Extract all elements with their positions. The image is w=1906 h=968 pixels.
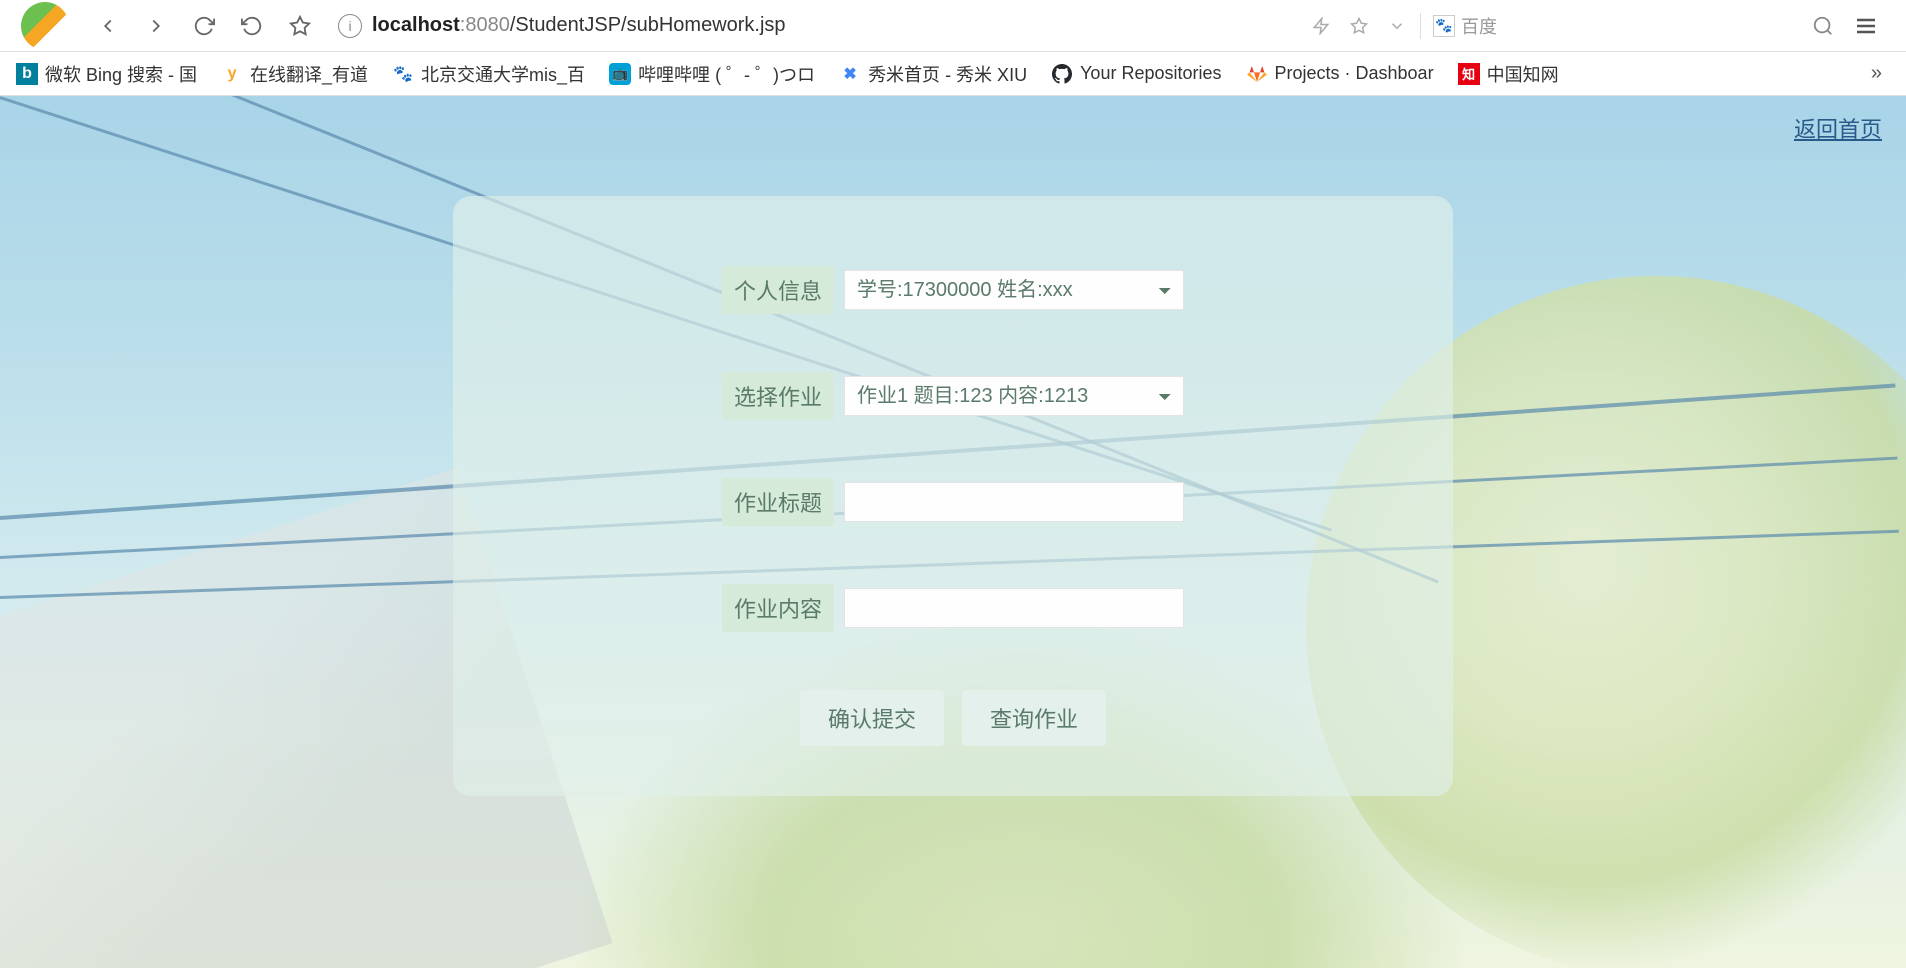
bookmark-label: Your Repositories	[1080, 63, 1221, 84]
url-bar[interactable]: i localhost:8080/StudentJSP/subHomework.…	[328, 8, 1298, 44]
row-personal-info: 个人信息 学号:17300000 姓名:xxx	[513, 266, 1393, 314]
bilibili-icon: 📺	[609, 63, 631, 85]
page-logo	[10, 0, 80, 52]
search-engine-box[interactable]: 🐾 百度	[1420, 13, 1800, 39]
select-homework-label: 选择作业	[722, 372, 834, 420]
query-button[interactable]: 查询作业	[962, 690, 1106, 746]
bookmark-label: Projects · Dashboar	[1275, 63, 1434, 84]
url-host: localhost	[372, 14, 460, 37]
star-icon	[289, 15, 311, 37]
star-outline-icon[interactable]	[1344, 11, 1374, 41]
bookmark-label: 北京交通大学mis_百	[421, 61, 585, 87]
hamburger-icon	[1854, 14, 1878, 38]
personal-info-label: 个人信息	[722, 266, 834, 314]
search-button[interactable]	[1808, 11, 1838, 41]
bookmark-bilibili[interactable]: 📺 哔哩哔哩 ( ゜- ゜)つロ	[609, 61, 815, 87]
youdao-icon: y	[221, 63, 243, 85]
bookmark-cnki[interactable]: 知 中国知网	[1458, 61, 1559, 87]
bookmark-label: 中国知网	[1487, 61, 1559, 87]
bookmark-label: 秀米首页 - 秀米 XIU	[868, 61, 1027, 87]
cnki-icon: 知	[1458, 63, 1480, 85]
reload-icon	[193, 15, 215, 37]
row-homework-content: 作业内容	[513, 584, 1393, 632]
homework-content-label: 作业内容	[722, 584, 834, 632]
page-content: 返回首页 个人信息 学号:17300000 姓名:xxx 选择作业 作业1 题目…	[0, 96, 1906, 968]
row-select-homework: 选择作业 作业1 题目:123 内容:1213	[513, 372, 1393, 420]
bookmark-label: 微软 Bing 搜索 - 国	[45, 61, 197, 87]
homework-select[interactable]: 作业1 题目:123 内容:1213	[844, 376, 1184, 416]
bookmarks-more-button[interactable]: »	[1863, 62, 1890, 85]
xiumi-icon: ✖	[839, 63, 861, 85]
bookmarks-bar: b 微软 Bing 搜索 - 国 y 在线翻译_有道 🐾 北京交通大学mis_百…	[0, 52, 1906, 96]
bjtu-icon: 🐾	[392, 63, 414, 85]
chevron-down-icon[interactable]	[1382, 11, 1412, 41]
homework-title-label: 作业标题	[722, 478, 834, 526]
chevron-left-icon	[97, 15, 119, 37]
bookmark-youdao[interactable]: y 在线翻译_有道	[221, 61, 368, 87]
lightning-icon[interactable]	[1306, 11, 1336, 41]
gitlab-icon	[1246, 63, 1268, 85]
undo-close-button[interactable]	[232, 6, 272, 46]
bookmark-gitlab[interactable]: Projects · Dashboar	[1246, 63, 1434, 85]
bookmark-bjtu[interactable]: 🐾 北京交通大学mis_百	[392, 61, 585, 87]
browser-toolbar: i localhost:8080/StudentJSP/subHomework.…	[0, 0, 1906, 52]
search-engine-label: 百度	[1461, 13, 1497, 39]
homework-form-card: 个人信息 学号:17300000 姓名:xxx 选择作业 作业1 题目:123 …	[453, 196, 1453, 796]
forward-button[interactable]	[136, 6, 176, 46]
bookmark-bing[interactable]: b 微软 Bing 搜索 - 国	[16, 61, 197, 87]
logo-circle-icon	[21, 2, 69, 50]
bing-icon: b	[16, 63, 38, 85]
return-home-link[interactable]: 返回首页	[1794, 112, 1882, 144]
personal-info-select[interactable]: 学号:17300000 姓名:xxx	[844, 270, 1184, 310]
homework-title-input[interactable]	[844, 482, 1184, 522]
menu-button[interactable]	[1846, 6, 1886, 46]
toolbar-right: 🐾 百度	[1306, 6, 1896, 46]
bookmark-label: 哔哩哔哩 ( ゜- ゜)つロ	[638, 61, 815, 87]
bookmark-github[interactable]: Your Repositories	[1051, 63, 1221, 85]
chevron-right-icon	[145, 15, 167, 37]
url-port: :8080	[460, 14, 510, 37]
submit-button[interactable]: 确认提交	[800, 690, 944, 746]
reload-button[interactable]	[184, 6, 224, 46]
baidu-paw-icon: 🐾	[1433, 15, 1455, 37]
github-icon	[1051, 63, 1073, 85]
homework-content-input[interactable]	[844, 588, 1184, 628]
button-row: 确认提交 查询作业	[513, 690, 1393, 746]
back-button[interactable]	[88, 6, 128, 46]
bookmark-label: 在线翻译_有道	[250, 61, 368, 87]
bookmark-star-button[interactable]	[280, 6, 320, 46]
bookmark-xiumi[interactable]: ✖ 秀米首页 - 秀米 XIU	[839, 61, 1027, 87]
url-path: /StudentJSP/subHomework.jsp	[510, 14, 786, 37]
info-icon: i	[338, 14, 362, 38]
row-homework-title: 作业标题	[513, 478, 1393, 526]
undo-icon	[241, 15, 263, 37]
